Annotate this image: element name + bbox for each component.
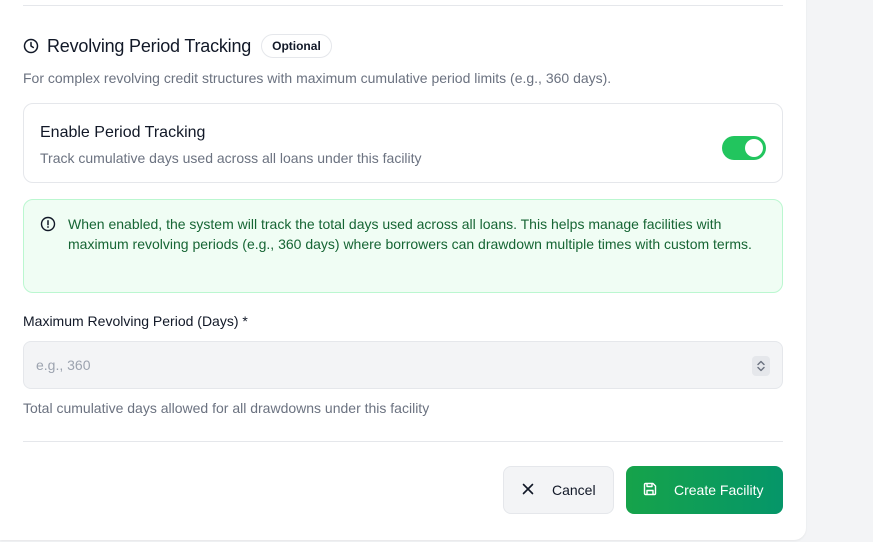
max-period-label: Maximum Revolving Period (Days) * <box>23 313 248 329</box>
footer-divider <box>23 441 783 442</box>
clock-icon <box>23 38 39 54</box>
cancel-button[interactable]: Cancel <box>503 466 614 514</box>
toggle-title: Enable Period Tracking <box>40 124 206 141</box>
chevron-up-down-icon[interactable] <box>752 356 770 376</box>
create-facility-label: Create Facility <box>674 482 764 498</box>
optional-badge: Optional <box>261 34 332 58</box>
section-description: For complex revolving credit structures … <box>23 70 612 86</box>
cancel-label: Cancel <box>552 482 596 498</box>
info-text: When enabled, the system will track the … <box>68 216 752 252</box>
switch-knob <box>745 139 763 157</box>
info-alert: When enabled, the system will track the … <box>23 199 783 293</box>
section-header: Revolving Period Tracking Optional <box>23 33 332 59</box>
info-circle-icon <box>40 216 56 232</box>
toggle-subtitle: Track cumulative days used across all lo… <box>40 150 422 166</box>
section-title: Revolving Period Tracking <box>47 35 252 56</box>
top-divider <box>23 5 783 6</box>
period-tracking-toggle-card: Enable Period Tracking Track cumulative … <box>23 103 783 183</box>
max-period-input-wrapper <box>23 341 783 389</box>
max-period-input[interactable] <box>24 342 782 388</box>
create-facility-button[interactable]: Create Facility <box>626 466 783 514</box>
save-icon <box>642 481 658 500</box>
period-tracking-switch[interactable] <box>722 136 766 160</box>
max-period-hint: Total cumulative days allowed for all dr… <box>23 400 430 416</box>
close-icon <box>522 482 534 498</box>
